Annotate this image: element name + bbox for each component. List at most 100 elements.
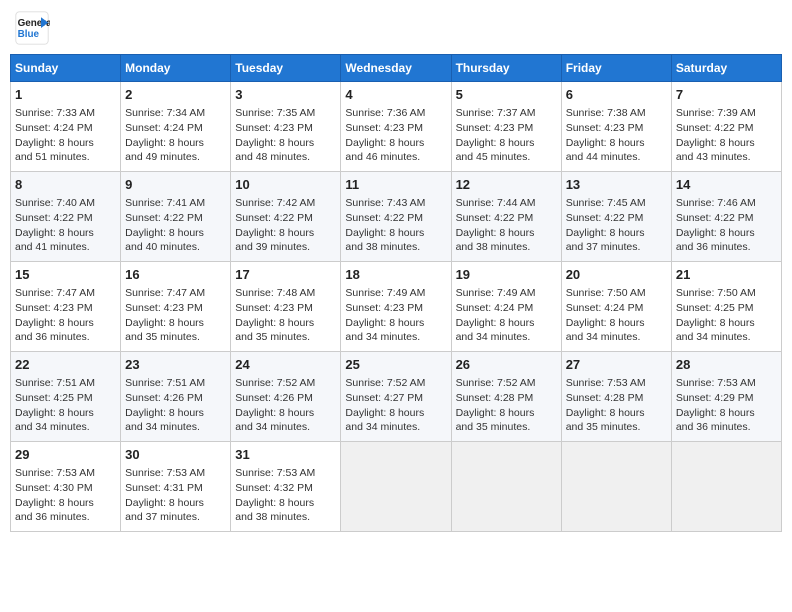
calendar-cell: 20 Sunrise: 7:50 AM Sunset: 4:24 PM Dayli… — [561, 262, 671, 352]
calendar-cell: 25Sunrise: 7:52 AM Sunset: 4:27 PM Dayli… — [341, 352, 451, 442]
day-number: 6 — [566, 86, 667, 104]
calendar-cell: 29 Sunrise: 7:53 AM Sunset: 4:30 PM Dayli… — [11, 442, 121, 532]
calendar-cell: 16 Sunrise: 7:47 AM Sunset: 4:23 PM Dayli… — [121, 262, 231, 352]
logo: General Blue — [14, 10, 54, 46]
calendar-cell: 7Sunrise: 7:39 AM Sunset: 4:22 PM Daylig… — [671, 82, 781, 172]
day-info: Sunrise: 7:53 AM Sunset: 4:30 PM Dayligh… — [15, 466, 116, 525]
calendar-header-row: SundayMondayTuesdayWednesdayThursdayFrid… — [11, 55, 782, 82]
calendar-cell: 9 Sunrise: 7:41 AM Sunset: 4:22 PM Daylig… — [121, 172, 231, 262]
calendar-cell: 15 Sunrise: 7:47 AM Sunset: 4:23 PM Dayli… — [11, 262, 121, 352]
svg-text:Blue: Blue — [18, 29, 40, 40]
weekday-header-monday: Monday — [121, 55, 231, 82]
day-info: Sunrise: 7:35 AM Sunset: 4:23 PM Dayligh… — [235, 106, 336, 165]
day-number: 12 — [456, 176, 557, 194]
calendar-cell: 30Sunrise: 7:53 AM Sunset: 4:31 PM Dayli… — [121, 442, 231, 532]
day-number: 4 — [345, 86, 446, 104]
day-number: 16 — [125, 266, 226, 284]
day-number: 3 — [235, 86, 336, 104]
day-number: 7 — [676, 86, 777, 104]
calendar-cell: 11 Sunrise: 7:43 AM Sunset: 4:22 PM Dayli… — [341, 172, 451, 262]
calendar-cell: 4 Sunrise: 7:36 AM Sunset: 4:23 PM Daylig… — [341, 82, 451, 172]
day-number: 2 — [125, 86, 226, 104]
calendar-cell: 8Sunrise: 7:40 AM Sunset: 4:22 PM Daylig… — [11, 172, 121, 262]
day-info: Sunrise: 7:52 AM Sunset: 4:26 PM Dayligh… — [235, 376, 336, 435]
calendar-cell — [341, 442, 451, 532]
day-number: 25 — [345, 356, 446, 374]
calendar-cell: 12Sunrise: 7:44 AM Sunset: 4:22 PM Dayli… — [451, 172, 561, 262]
weekday-header-tuesday: Tuesday — [231, 55, 341, 82]
day-number: 29 — [15, 446, 116, 464]
day-info: Sunrise: 7:36 AM Sunset: 4:23 PM Dayligh… — [345, 106, 446, 165]
calendar-cell: 31Sunrise: 7:53 AM Sunset: 4:32 PM Dayli… — [231, 442, 341, 532]
calendar-cell: 10 Sunrise: 7:42 AM Sunset: 4:22 PM Dayli… — [231, 172, 341, 262]
day-number: 11 — [345, 176, 446, 194]
calendar-body: 1 Sunrise: 7:33 AM Sunset: 4:24 PM Daylig… — [11, 82, 782, 532]
calendar-cell — [561, 442, 671, 532]
day-info: Sunrise: 7:38 AM Sunset: 4:23 PM Dayligh… — [566, 106, 667, 165]
day-number: 22 — [15, 356, 116, 374]
weekday-header-wednesday: Wednesday — [341, 55, 451, 82]
day-number: 28 — [676, 356, 777, 374]
day-info: Sunrise: 7:47 AM Sunset: 4:23 PM Dayligh… — [15, 286, 116, 345]
day-number: 26 — [456, 356, 557, 374]
day-number: 27 — [566, 356, 667, 374]
day-number: 19 — [456, 266, 557, 284]
day-number: 1 — [15, 86, 116, 104]
day-info: Sunrise: 7:53 AM Sunset: 4:31 PM Dayligh… — [125, 466, 226, 525]
calendar-week-row: 22 Sunrise: 7:51 AM Sunset: 4:25 PM Dayli… — [11, 352, 782, 442]
day-info: Sunrise: 7:53 AM Sunset: 4:28 PM Dayligh… — [566, 376, 667, 435]
day-info: Sunrise: 7:33 AM Sunset: 4:24 PM Dayligh… — [15, 106, 116, 165]
calendar-week-row: 15 Sunrise: 7:47 AM Sunset: 4:23 PM Dayli… — [11, 262, 782, 352]
calendar-cell: 28 Sunrise: 7:53 AM Sunset: 4:29 PM Dayli… — [671, 352, 781, 442]
day-info: Sunrise: 7:50 AM Sunset: 4:25 PM Dayligh… — [676, 286, 777, 345]
calendar-cell: 14Sunrise: 7:46 AM Sunset: 4:22 PM Dayli… — [671, 172, 781, 262]
calendar-cell: 13Sunrise: 7:45 AM Sunset: 4:22 PM Dayli… — [561, 172, 671, 262]
day-info: Sunrise: 7:48 AM Sunset: 4:23 PM Dayligh… — [235, 286, 336, 345]
calendar-week-row: 1 Sunrise: 7:33 AM Sunset: 4:24 PM Daylig… — [11, 82, 782, 172]
calendar-cell: 22 Sunrise: 7:51 AM Sunset: 4:25 PM Dayli… — [11, 352, 121, 442]
calendar-cell: 3 Sunrise: 7:35 AM Sunset: 4:23 PM Daylig… — [231, 82, 341, 172]
calendar-cell: 18 Sunrise: 7:49 AM Sunset: 4:23 PM Dayli… — [341, 262, 451, 352]
day-info: Sunrise: 7:45 AM Sunset: 4:22 PM Dayligh… — [566, 196, 667, 255]
day-number: 20 — [566, 266, 667, 284]
calendar-week-row: 29 Sunrise: 7:53 AM Sunset: 4:30 PM Dayli… — [11, 442, 782, 532]
page-header: General Blue — [10, 10, 782, 46]
day-number: 17 — [235, 266, 336, 284]
calendar-cell: 26 Sunrise: 7:52 AM Sunset: 4:28 PM Dayli… — [451, 352, 561, 442]
day-number: 9 — [125, 176, 226, 194]
day-info: Sunrise: 7:52 AM Sunset: 4:28 PM Dayligh… — [456, 376, 557, 435]
day-number: 10 — [235, 176, 336, 194]
calendar-week-row: 8Sunrise: 7:40 AM Sunset: 4:22 PM Daylig… — [11, 172, 782, 262]
calendar-cell: 1 Sunrise: 7:33 AM Sunset: 4:24 PM Daylig… — [11, 82, 121, 172]
day-info: Sunrise: 7:49 AM Sunset: 4:23 PM Dayligh… — [345, 286, 446, 345]
calendar-cell — [671, 442, 781, 532]
day-info: Sunrise: 7:50 AM Sunset: 4:24 PM Dayligh… — [566, 286, 667, 345]
calendar-cell: 23Sunrise: 7:51 AM Sunset: 4:26 PM Dayli… — [121, 352, 231, 442]
day-number: 24 — [235, 356, 336, 374]
calendar-table: SundayMondayTuesdayWednesdayThursdayFrid… — [10, 54, 782, 532]
day-number: 5 — [456, 86, 557, 104]
calendar-cell: 17 Sunrise: 7:48 AM Sunset: 4:23 PM Dayli… — [231, 262, 341, 352]
calendar-cell: 24 Sunrise: 7:52 AM Sunset: 4:26 PM Dayli… — [231, 352, 341, 442]
day-info: Sunrise: 7:51 AM Sunset: 4:26 PM Dayligh… — [125, 376, 226, 435]
calendar-cell: 6 Sunrise: 7:38 AM Sunset: 4:23 PM Daylig… — [561, 82, 671, 172]
day-info: Sunrise: 7:51 AM Sunset: 4:25 PM Dayligh… — [15, 376, 116, 435]
weekday-header-friday: Friday — [561, 55, 671, 82]
day-number: 15 — [15, 266, 116, 284]
day-info: Sunrise: 7:49 AM Sunset: 4:24 PM Dayligh… — [456, 286, 557, 345]
day-info: Sunrise: 7:53 AM Sunset: 4:29 PM Dayligh… — [676, 376, 777, 435]
weekday-header-thursday: Thursday — [451, 55, 561, 82]
day-info: Sunrise: 7:42 AM Sunset: 4:22 PM Dayligh… — [235, 196, 336, 255]
day-number: 14 — [676, 176, 777, 194]
day-info: Sunrise: 7:47 AM Sunset: 4:23 PM Dayligh… — [125, 286, 226, 345]
day-number: 18 — [345, 266, 446, 284]
day-info: Sunrise: 7:34 AM Sunset: 4:24 PM Dayligh… — [125, 106, 226, 165]
weekday-header-saturday: Saturday — [671, 55, 781, 82]
calendar-cell: 19 Sunrise: 7:49 AM Sunset: 4:24 PM Dayli… — [451, 262, 561, 352]
day-info: Sunrise: 7:41 AM Sunset: 4:22 PM Dayligh… — [125, 196, 226, 255]
day-info: Sunrise: 7:43 AM Sunset: 4:22 PM Dayligh… — [345, 196, 446, 255]
calendar-cell: 27 Sunrise: 7:53 AM Sunset: 4:28 PM Dayli… — [561, 352, 671, 442]
calendar-cell: 5Sunrise: 7:37 AM Sunset: 4:23 PM Daylig… — [451, 82, 561, 172]
calendar-cell: 21Sunrise: 7:50 AM Sunset: 4:25 PM Dayli… — [671, 262, 781, 352]
day-number: 8 — [15, 176, 116, 194]
